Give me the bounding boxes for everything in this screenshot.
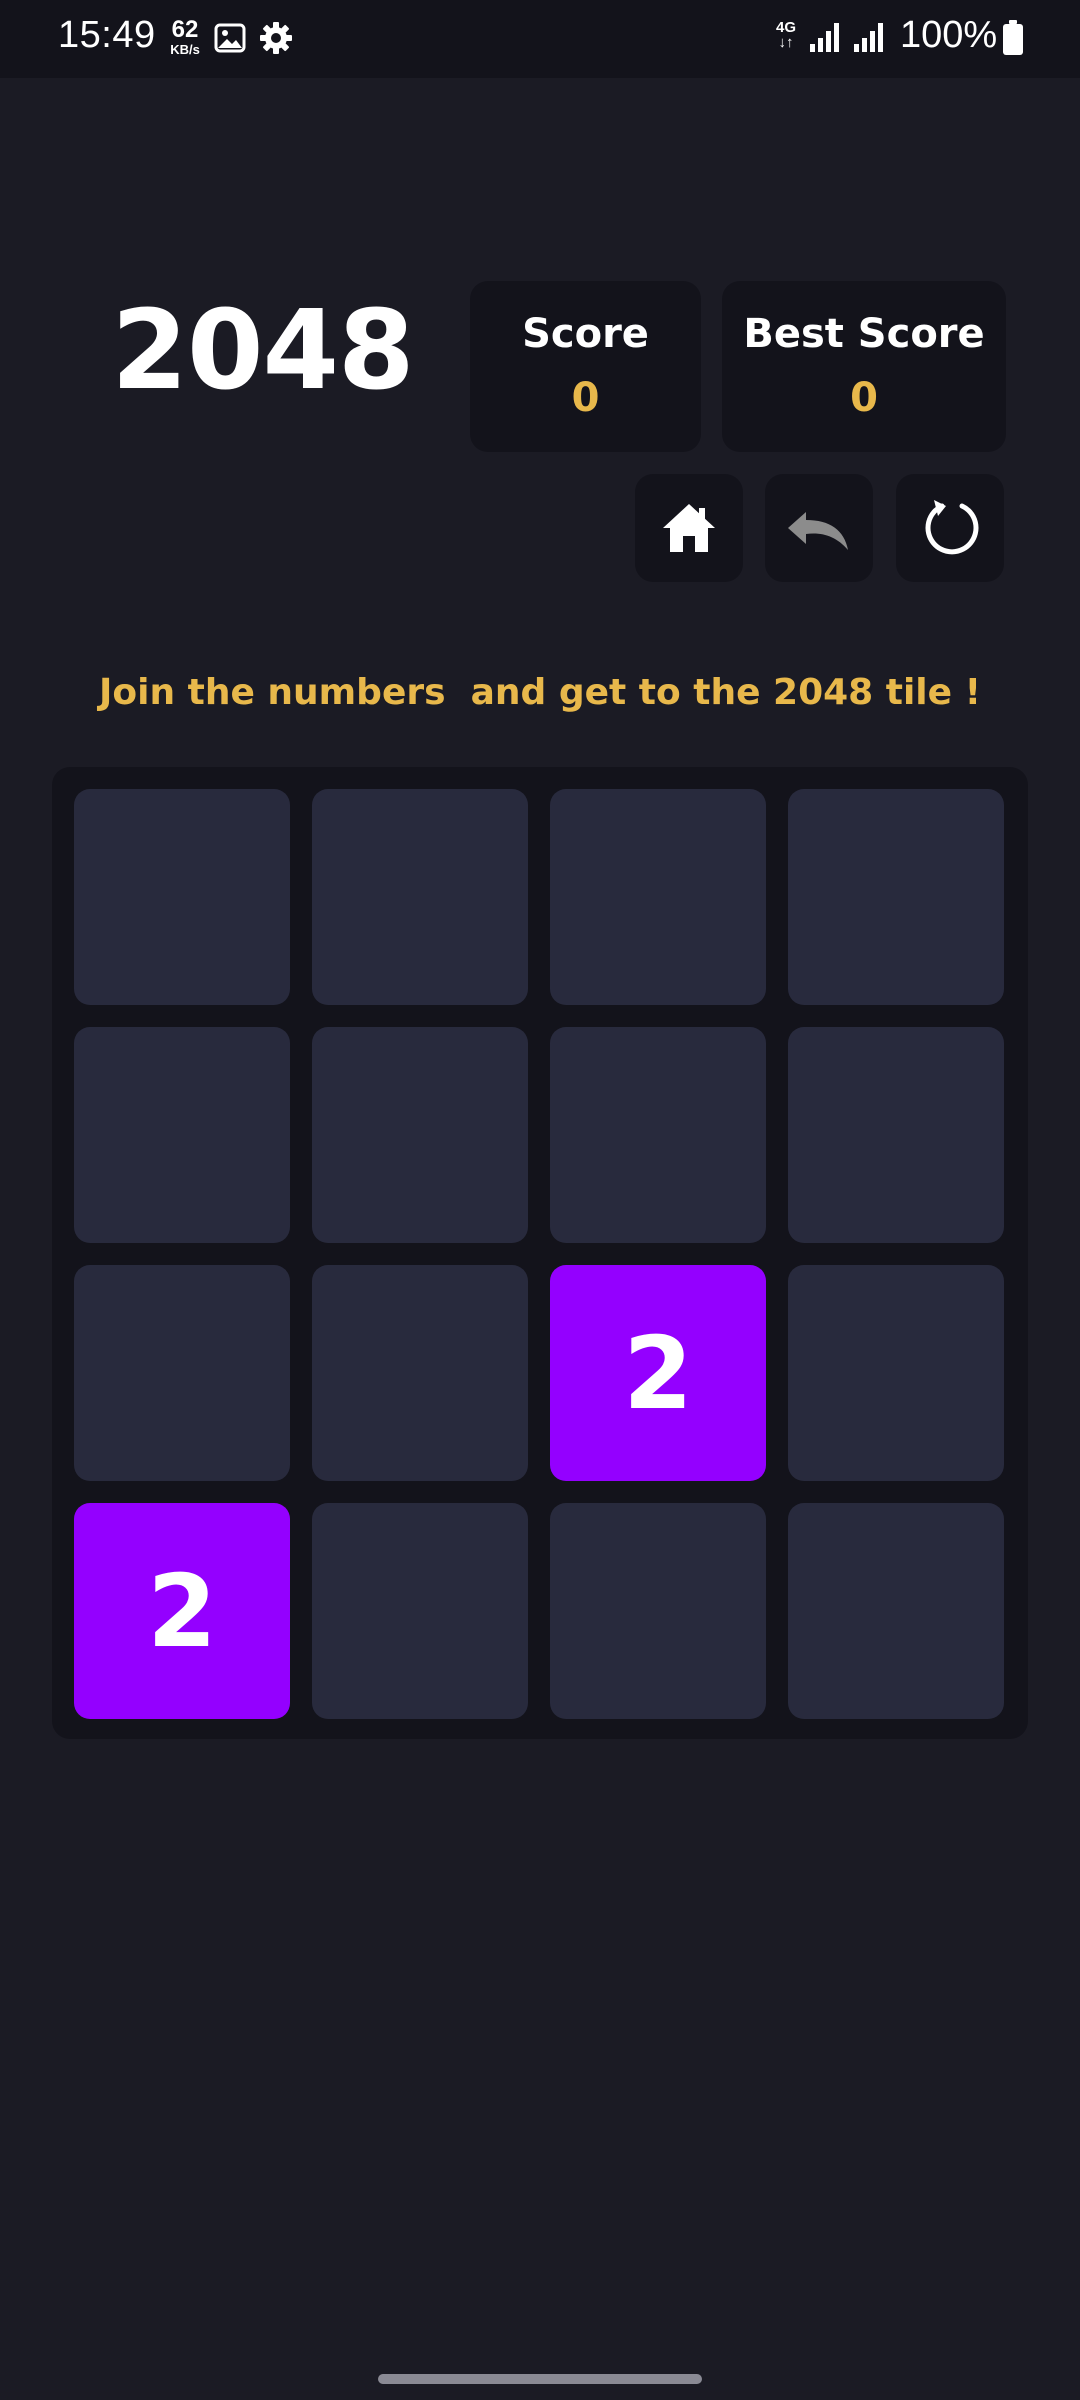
tile (74, 789, 290, 1005)
battery-icon (1002, 20, 1024, 60)
status-time: 15:49 (58, 14, 156, 56)
best-score-value: 0 (850, 375, 878, 421)
gesture-navigation-bar[interactable] (378, 2374, 702, 2384)
signal-strength-icon (808, 20, 842, 58)
tile: 2 (74, 1503, 290, 1719)
score-label: Score (522, 311, 649, 357)
tile (74, 1265, 290, 1481)
battery-percent: 100% (900, 14, 998, 56)
tile (312, 1265, 528, 1481)
tile (550, 1027, 766, 1243)
signal-strength-icon (852, 20, 886, 58)
network-speed-unit: KB/s (170, 42, 200, 57)
tile: 2 (550, 1265, 766, 1481)
restart-icon (925, 500, 979, 555)
home-icon (663, 504, 715, 552)
score-value: 0 (571, 375, 600, 421)
restart-button[interactable] (896, 474, 1004, 582)
undo-button[interactable] (765, 474, 873, 582)
best-score-box: Best Score 0 (722, 281, 1006, 452)
tile (788, 1027, 1004, 1243)
game-board[interactable]: 2 2 (52, 767, 1028, 1739)
settings-gear-icon (258, 20, 294, 60)
tile (74, 1027, 290, 1243)
best-score-label: Best Score (743, 311, 985, 357)
instruction-text: Join the numbers and get to the 2048 til… (98, 672, 982, 713)
tile (312, 789, 528, 1005)
tile (550, 789, 766, 1005)
tile (788, 1265, 1004, 1481)
score-box: Score 0 (470, 281, 701, 452)
network-speed: 62 KB/s (166, 16, 204, 57)
image-icon (214, 22, 246, 58)
tile (788, 1503, 1004, 1719)
tile (312, 1503, 528, 1719)
tile (550, 1503, 766, 1719)
undo-icon (788, 512, 848, 550)
network-type: 4G ↓↑ (776, 20, 796, 50)
home-button[interactable] (635, 474, 743, 582)
game-title: 2048 (111, 286, 414, 414)
data-arrows-icon: ↓↑ (778, 34, 794, 51)
tile (788, 789, 1004, 1005)
tile (312, 1027, 528, 1243)
network-speed-value: 62 (171, 16, 199, 43)
status-bar: 15:49 62 KB/s 4G ↓↑ 100% (0, 0, 1080, 78)
